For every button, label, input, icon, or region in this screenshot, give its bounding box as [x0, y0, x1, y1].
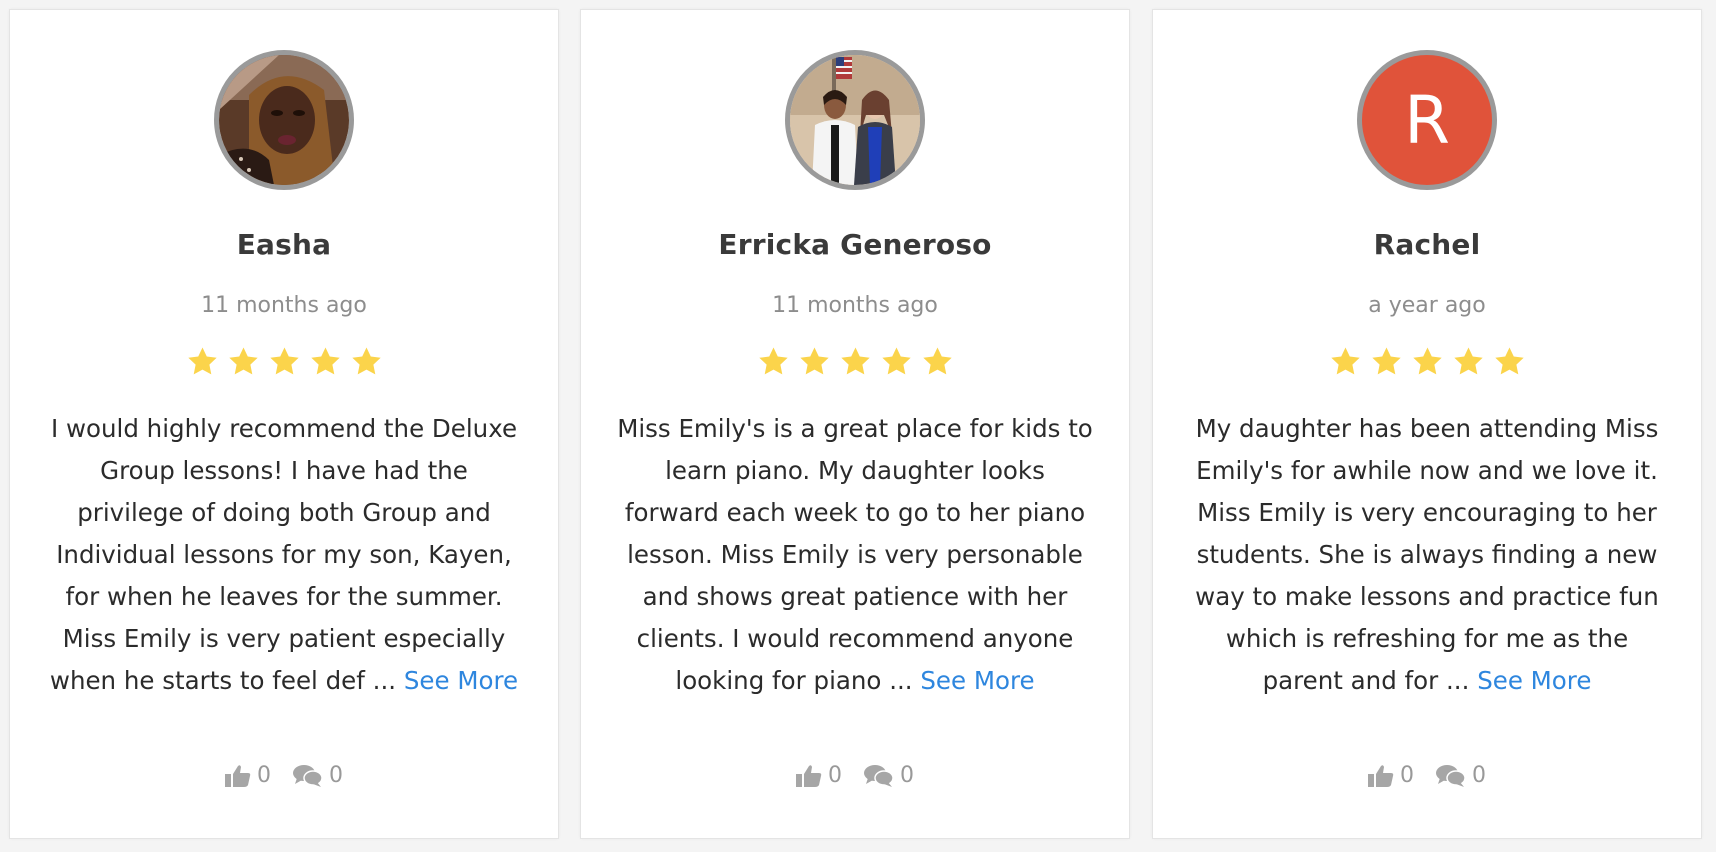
review-time: 11 months ago: [201, 293, 367, 318]
review-card: Easha 11 months ago I would highly recom…: [9, 9, 559, 839]
star-rating: [10, 345, 558, 378]
thumbs-up-icon: [225, 764, 251, 787]
like-button[interactable]: 0: [1368, 763, 1414, 788]
review-actions: 0 0: [581, 763, 1129, 788]
see-more-link[interactable]: See More: [404, 666, 518, 695]
like-count: 0: [257, 763, 271, 788]
reviewer-name: Erricka Generoso: [718, 228, 992, 261]
comment-count: 0: [1472, 763, 1486, 788]
comments-icon: [1436, 764, 1466, 787]
review-time: a year ago: [1368, 293, 1486, 318]
reviewer-avatar: [785, 50, 925, 190]
comment-button[interactable]: 0: [1436, 763, 1486, 788]
review-body: Miss Emily's is a great place for kids t…: [617, 414, 1093, 695]
star-icon: [881, 347, 911, 375]
star-rating: [1153, 345, 1701, 378]
like-button[interactable]: 0: [225, 763, 271, 788]
review-text: My daughter has been attending Miss Emil…: [1187, 408, 1667, 702]
star-icon: [1371, 347, 1401, 375]
avatar-letter: R: [1404, 81, 1450, 159]
review-body: I would highly recommend the Deluxe Grou…: [49, 414, 518, 695]
review-actions: 0 0: [10, 763, 558, 788]
see-more-link[interactable]: See More: [920, 666, 1034, 695]
review-text: I would highly recommend the Deluxe Grou…: [44, 408, 524, 702]
star-icon: [187, 347, 217, 375]
star-icon: [269, 347, 299, 375]
star-icon: [840, 347, 870, 375]
user-photo-icon: [790, 55, 920, 185]
review-actions: 0 0: [1153, 763, 1701, 788]
reviews-carousel: Easha 11 months ago I would highly recom…: [0, 0, 1716, 852]
star-icon: [310, 347, 340, 375]
review-card: R Rachel a year ago My daughter has been…: [1152, 9, 1702, 839]
see-more-link[interactable]: See More: [1477, 666, 1591, 695]
reviewer-avatar: R: [1357, 50, 1497, 190]
comment-button[interactable]: 0: [864, 763, 914, 788]
star-icon: [228, 347, 258, 375]
comment-count: 0: [329, 763, 343, 788]
review-time: 11 months ago: [772, 293, 938, 318]
review-body: My daughter has been attending Miss Emil…: [1195, 414, 1659, 695]
like-button[interactable]: 0: [796, 763, 842, 788]
star-icon: [1330, 347, 1360, 375]
like-count: 0: [828, 763, 842, 788]
star-icon: [1412, 347, 1442, 375]
comments-icon: [864, 764, 894, 787]
reviewer-avatar: [214, 50, 354, 190]
comment-button[interactable]: 0: [293, 763, 343, 788]
review-card: Erricka Generoso 11 months ago Miss Emil…: [580, 9, 1130, 839]
review-text: Miss Emily's is a great place for kids t…: [615, 408, 1095, 702]
star-icon: [1494, 347, 1524, 375]
comments-icon: [293, 764, 323, 787]
thumbs-up-icon: [1368, 764, 1394, 787]
star-icon: [922, 347, 952, 375]
like-count: 0: [1400, 763, 1414, 788]
star-rating: [581, 345, 1129, 378]
star-icon: [351, 347, 381, 375]
star-icon: [758, 347, 788, 375]
star-icon: [799, 347, 829, 375]
comment-count: 0: [900, 763, 914, 788]
star-icon: [1453, 347, 1483, 375]
reviewer-name: Rachel: [1373, 228, 1481, 261]
thumbs-up-icon: [796, 764, 822, 787]
user-photo-icon: [219, 55, 349, 185]
reviewer-name: Easha: [236, 228, 332, 261]
